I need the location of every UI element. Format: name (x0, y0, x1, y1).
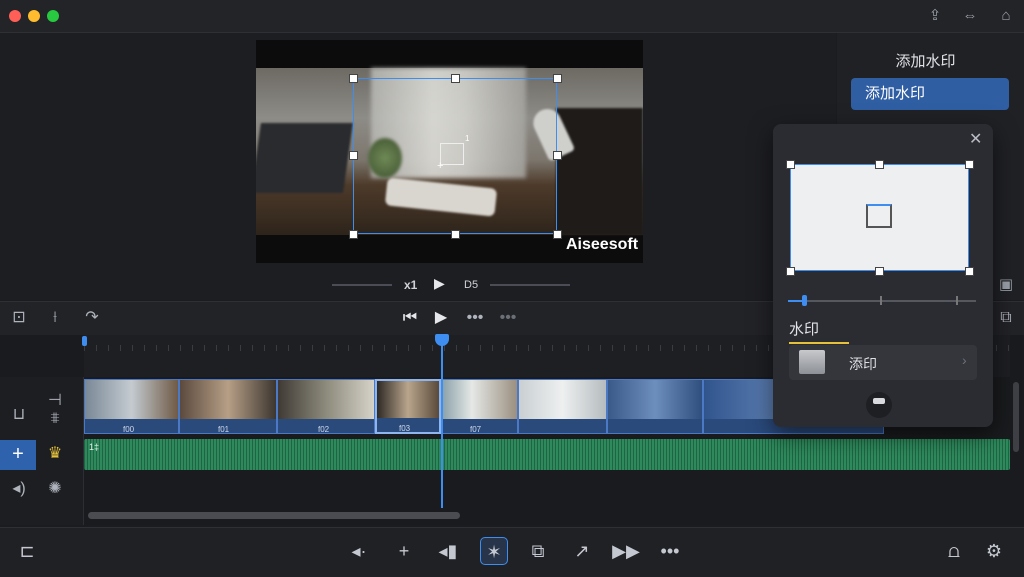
bottom-toolbar (0, 527, 1024, 577)
split-icon[interactable]: ⟊ (44, 307, 66, 329)
folder-icon[interactable]: ⊏ (13, 537, 41, 565)
settings-icon[interactable]: ✺ (44, 478, 66, 500)
minimize-window-button[interactable] (28, 10, 40, 22)
resize-handle[interactable] (553, 230, 562, 239)
slider-tick (880, 296, 882, 305)
scene-shelf (556, 108, 643, 235)
opacity-slider[interactable] (788, 300, 976, 302)
trash-icon[interactable]: ⌂ (997, 7, 1015, 25)
timeline-start-marker[interactable] (82, 336, 87, 346)
timeline-scrollbar[interactable] (88, 512, 460, 519)
time-label: D5 (464, 279, 479, 291)
watermark-item-label: 添印 (849, 356, 877, 372)
redo-icon[interactable]: ↷ (81, 307, 103, 329)
audio-left-icon[interactable]: ◂· (345, 537, 373, 565)
section-underline (789, 342, 849, 344)
dots-icon[interactable]: ••• (497, 307, 519, 329)
title-bar (0, 0, 1024, 33)
vertical-scrollbar[interactable] (1013, 382, 1019, 452)
track-mute-icon[interactable]: ⩨ (44, 408, 66, 430)
arrow-swap-icon[interactable]: ⇔ (961, 7, 979, 25)
add-watermark-button[interactable]: 添加水印 (851, 78, 1009, 110)
selected-video-clip[interactable]: f03 (375, 379, 441, 434)
resize-handle[interactable] (451, 230, 460, 239)
settings-gear-icon[interactable]: ⚙ (980, 537, 1008, 565)
add-track-button[interactable]: + (0, 440, 36, 470)
playhead-line[interactable] (441, 340, 443, 508)
resize-handle[interactable] (349, 151, 358, 160)
popup-action-button[interactable] (866, 392, 892, 418)
rewind-icon[interactable]: ◂▮ (434, 537, 462, 565)
image-search-icon (799, 350, 825, 374)
more-icon[interactable]: ••• (656, 537, 684, 565)
crosshair-icon: + (437, 160, 444, 172)
save-icon[interactable]: ▣ (997, 276, 1015, 294)
track-lock-icon[interactable]: ⊔ (8, 404, 30, 426)
audio-track-label: 1‡ (89, 442, 100, 452)
panel-title: 添加水印 (895, 53, 956, 70)
share-icon[interactable]: ⇪ (926, 7, 944, 25)
scene-laptop (256, 123, 353, 193)
sparkle-icon[interactable]: ✶ (480, 537, 508, 565)
resize-handle[interactable] (965, 267, 974, 276)
crop-icon[interactable]: ⊡ (8, 307, 30, 329)
resize-handle[interactable] (349, 74, 358, 83)
resize-handle[interactable] (786, 160, 795, 169)
watermark-text[interactable]: Aiseesoft (566, 236, 638, 254)
zoom-window-button[interactable] (47, 10, 59, 22)
resize-handle[interactable] (451, 74, 460, 83)
close-icon[interactable]: ✕ (969, 129, 982, 149)
opacity-slider-thumb[interactable] (802, 295, 807, 306)
resize-handle[interactable] (786, 267, 795, 276)
slider-tick (956, 296, 958, 305)
fast-forward-icon[interactable]: ▶▶ (612, 537, 640, 565)
progress-line-left[interactable] (332, 284, 392, 286)
audio-track[interactable] (84, 439, 1010, 470)
popup-action-icon (873, 398, 885, 404)
play-icon[interactable]: ▶ (430, 307, 452, 329)
copy-icon[interactable]: ⧉ (995, 307, 1017, 329)
video-clip[interactable]: f00 (84, 379, 179, 434)
resize-handle[interactable] (875, 160, 884, 169)
anchor-label: 1 (465, 134, 470, 143)
video-clip[interactable]: f07 (441, 379, 518, 434)
progress-line-right[interactable] (490, 284, 570, 286)
video-track[interactable]: f00 f01 f02 f03 f07 (84, 379, 884, 434)
chevron-right-icon: › (962, 352, 967, 368)
watermark-thumbnail[interactable] (866, 204, 892, 228)
resize-handle[interactable] (875, 267, 884, 276)
watermark-section-label: 水印 (789, 321, 820, 338)
play-icon[interactable]: ▶ (434, 275, 445, 292)
hand-icon[interactable]: ♛ (44, 443, 66, 465)
resize-handle[interactable] (965, 160, 974, 169)
plus-icon[interactable]: + (390, 537, 418, 565)
bell-icon[interactable]: ⩍ (940, 537, 968, 565)
video-clip[interactable]: f02 (277, 379, 375, 434)
resize-handle[interactable] (349, 230, 358, 239)
dots-icon[interactable]: ••• (464, 307, 486, 329)
resize-handle[interactable] (553, 74, 562, 83)
video-clip[interactable] (518, 379, 607, 434)
watermark-anchor-box[interactable] (440, 143, 464, 165)
resize-handle[interactable] (553, 151, 562, 160)
layers-icon[interactable]: ⧉ (524, 537, 552, 565)
skip-back-icon[interactable]: ⏮ (399, 307, 421, 329)
video-clip[interactable]: f01 (179, 379, 277, 434)
volume-icon[interactable]: ◂) (8, 478, 30, 500)
video-clip[interactable] (607, 379, 703, 434)
share-arrow-icon[interactable]: ↗ (568, 537, 596, 565)
speed-label[interactable]: x1 (404, 278, 417, 292)
close-window-button[interactable] (9, 10, 21, 22)
